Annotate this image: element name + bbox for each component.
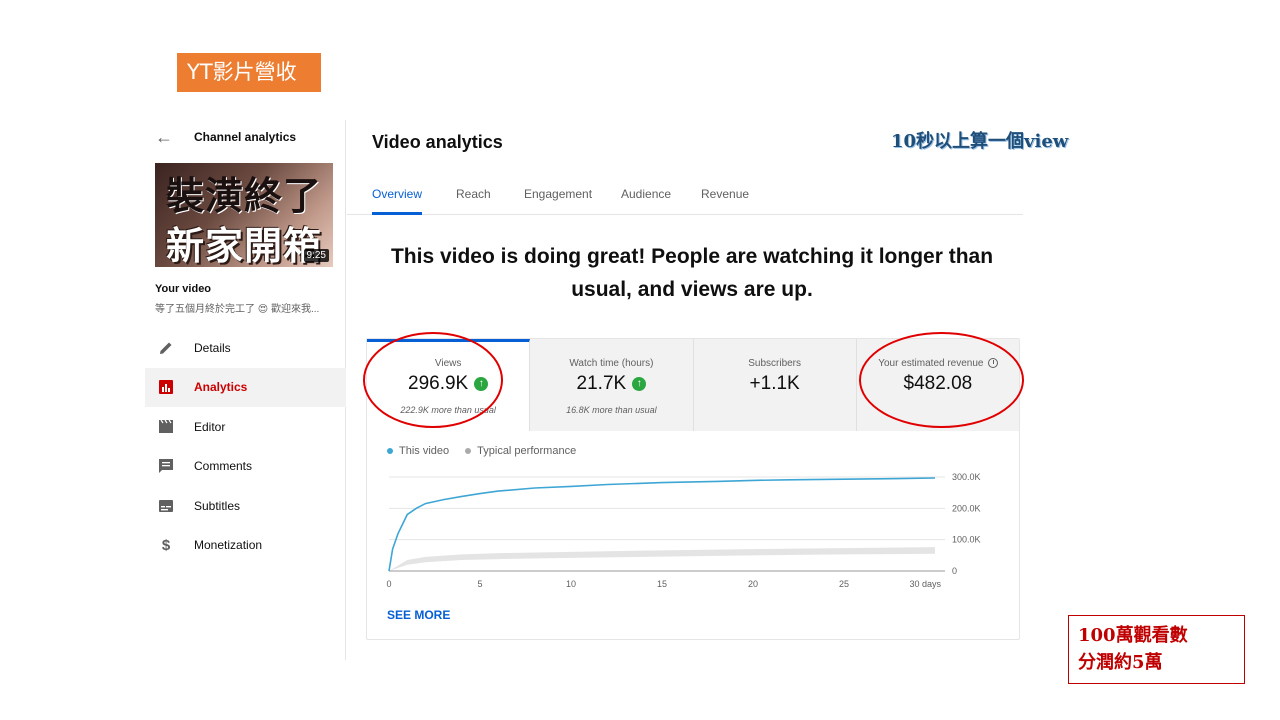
video-thumbnail[interactable]: 裝潢終了 新家開箱 9:25 [155,163,333,267]
sidebar-item-monetization[interactable]: $ Monetization [145,526,346,566]
your-video-label: Your video [155,283,212,295]
metric-revenue[interactable]: Your estimated revenue $482.08 [856,339,1019,431]
sidebar-item-comments[interactable]: Comments [145,447,346,487]
clock-icon [987,358,998,369]
legend-dot-icon [465,448,472,455]
y-tick-label: 200.0K [952,503,981,513]
metric-sub: 16.8K more than usual [566,405,657,415]
metric-value-row: 296.9K ↑ [367,373,529,395]
sidebar-nav: Details Analytics Editor Comments Subtit… [145,328,346,565]
sidebar-item-subtitles[interactable]: Subtitles [145,486,346,526]
metric-value: 296.9K [408,373,469,394]
tab-revenue[interactable]: Revenue [701,187,749,215]
tab-reach[interactable]: Reach [456,187,491,215]
annotation-views-rule: 10秒以上算一個view [891,131,1069,152]
sidebar-item-label: Editor [194,419,226,434]
legend-label: Typical performance [477,445,577,457]
tab-overview[interactable]: Overview [372,187,423,215]
metric-views[interactable]: Views 296.9K ↑ 222.9K more than usual [367,339,531,431]
analytics-icon [157,378,175,396]
comment-icon [157,457,175,475]
sidebar-item-label: Details [194,340,231,355]
legend-this-video: This video [387,445,449,457]
thumbnail-text-line1: 裝潢終了 [165,173,322,218]
arrow-up-icon: ↑ [474,377,489,391]
x-tick-label: 15 [657,579,667,589]
metric-label: Your estimated revenue [878,358,984,369]
y-tick-label: 300.0K [952,472,981,482]
annotation-line: 100萬觀看數 [1078,625,1188,646]
sidebar: ← Channel analytics 裝潢終了 新家開箱 9:25 Your … [145,120,346,660]
metric-tiles: Views 296.9K ↑ 222.9K more than usual Wa… [367,339,1019,431]
chart-legend: This video Typical performance [387,445,576,457]
sidebar-item-label: Subtitles [194,498,241,513]
metric-value: $482.08 [903,373,973,394]
arrow-up-icon: ↑ [632,377,647,391]
metric-sub: 222.9K more than usual [400,405,496,415]
back-arrow-icon[interactable]: ← [155,127,175,148]
sidebar-item-label: Monetization [194,538,263,553]
y-tick-label: 100.0K [952,535,981,545]
metric-value-row: $482.08 [857,373,1019,395]
clapper-icon [157,418,175,436]
analytics-tabs: Overview Reach Engagement Audience Reven… [347,178,1023,215]
metric-watch-time[interactable]: Watch time (hours) 21.7K ↑ 16.8K more th… [530,339,694,431]
pencil-icon [157,339,175,357]
metric-label: Views [434,358,462,369]
metric-label: Watch time (hours) [569,358,654,369]
metric-subscribers[interactable]: Subscribers +1.1K [693,339,857,431]
typical-performance-band [389,547,935,571]
legend-typical: Typical performance [465,445,576,457]
sidebar-item-analytics[interactable]: Analytics [145,367,346,407]
views-chart: 0 100.0K 200.0K 300.0K 0 5 10 15 20 25 30 days [386,472,981,589]
x-tick-label: 10 [566,579,576,589]
metrics-card: Views 296.9K ↑ 222.9K more than usual Wa… [366,338,1020,640]
metric-value: 21.7K [576,373,627,394]
dollar-icon: $ [161,536,171,554]
subtitles-icon [157,497,175,515]
metric-label: Subscribers [748,358,802,369]
headline-message: This video is doing great! People are wa… [390,245,994,301]
page-title: Video analytics [372,132,503,152]
sidebar-item-editor[interactable]: Editor [145,407,346,447]
annotation-line: 分潤約5萬 [1078,652,1163,673]
y-tick-label: 0 [952,566,957,576]
x-tick-label: 30 days [909,579,941,589]
tab-engagement[interactable]: Engagement [524,187,592,215]
x-tick-label: 25 [839,579,849,589]
annotation-revenue-note: 100萬觀看數 分潤約5萬 [1068,615,1245,684]
x-tick-label: 0 [386,579,391,589]
tab-audience[interactable]: Audience [621,187,671,215]
legend-dot-icon [387,448,393,455]
slide-title: YT影片營收 [177,53,321,92]
metric-value: +1.1K [749,373,800,394]
back-to-channel-analytics[interactable]: ← Channel analytics [155,126,296,148]
legend-label: This video [399,445,450,457]
sidebar-item-label: Analytics [194,380,248,395]
video-description: 等了五個月終於完工了 😍 歡迎來我... [155,304,320,315]
see-more-link[interactable]: SEE MORE [387,608,450,622]
x-tick-label: 20 [748,579,758,589]
metric-value-row: +1.1K [694,373,856,395]
metric-value-row: 21.7K ↑ [530,373,692,395]
x-tick-label: 5 [477,579,482,589]
video-duration: 9:25 [303,249,329,262]
sidebar-item-label: Comments [194,459,253,474]
metric-label-row: Your estimated revenue [857,358,1019,369]
back-label: Channel analytics [194,130,297,144]
sidebar-item-details[interactable]: Details [145,328,346,368]
